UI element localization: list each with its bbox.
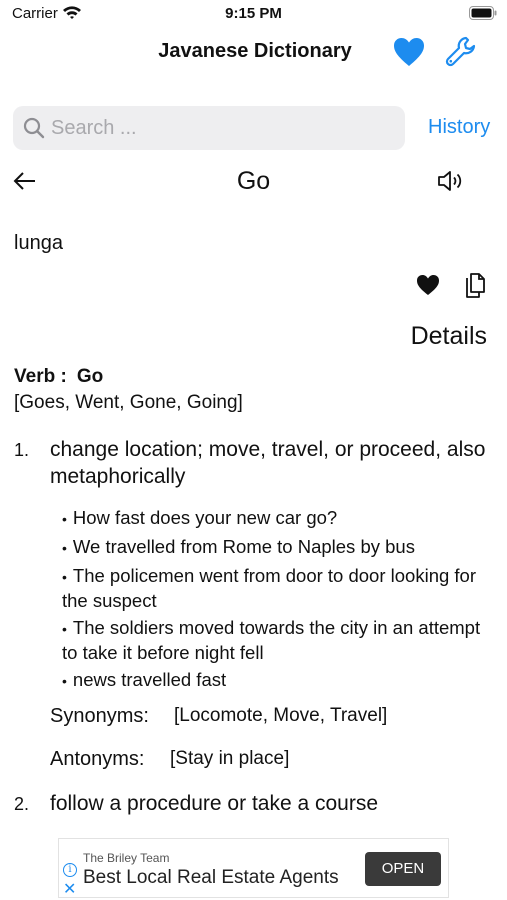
word-title: Go <box>236 167 271 195</box>
search-icon <box>23 117 45 139</box>
ad-banner[interactable]: i ✕ The Briley Team Best Local Real Esta… <box>58 838 449 898</box>
heart-icon <box>417 275 439 295</box>
example-list: How fast does your new car go? We travel… <box>62 506 492 697</box>
heart-icon <box>394 38 424 66</box>
settings-button[interactable] <box>444 34 480 70</box>
synonyms-value: [Locomote, Move, Travel] <box>174 705 388 726</box>
antonyms-label: Antonyms: <box>50 748 145 770</box>
history-button[interactable]: History <box>428 116 490 139</box>
speaker-icon <box>438 171 462 191</box>
back-arrow-icon <box>13 172 35 190</box>
pos-label: Verb : <box>14 366 67 387</box>
translation-text: lunga <box>14 232 63 254</box>
favorites-button[interactable] <box>392 36 426 68</box>
details-heading: Details <box>410 322 487 350</box>
example-item: news travelled fast <box>62 668 492 693</box>
part-of-speech: Verb : Go <box>14 366 103 388</box>
example-item: How fast does your new car go? <box>62 506 492 531</box>
example-item: The soldiers moved towards the city in a… <box>62 616 492 664</box>
sense-number: 2. <box>14 794 30 814</box>
example-item: We travelled from Rome to Naples by bus <box>62 535 492 560</box>
search-bar[interactable] <box>13 106 405 150</box>
status-time: 9:15 PM <box>225 5 282 22</box>
example-item: The policemen went from door to door loo… <box>62 564 492 612</box>
wrench-icon <box>445 36 476 67</box>
status-bar: Carrier 9:15 PM <box>0 0 507 28</box>
pronounce-button[interactable] <box>436 168 464 194</box>
favorite-word-button[interactable] <box>415 272 441 298</box>
ad-advertiser: The Briley Team <box>83 851 170 865</box>
ad-open-button[interactable]: OPEN <box>365 852 441 886</box>
word-forms: [Goes, Went, Gone, Going] <box>14 392 243 413</box>
close-icon[interactable]: ✕ <box>63 879 76 899</box>
copy-button[interactable] <box>462 270 488 300</box>
search-input[interactable] <box>51 114 391 142</box>
sense-definition: follow a procedure or take a course <box>50 792 379 815</box>
headword: Go <box>76 366 104 387</box>
ad-headline: Best Local Real Estate Agents <box>83 867 339 888</box>
sense-number: 1. <box>14 440 30 460</box>
sense-definition: change location; move, travel, or procee… <box>50 438 486 488</box>
synonyms-label: Synonyms: <box>50 705 149 727</box>
antonyms-value: [Stay in place] <box>170 748 290 769</box>
battery-icon <box>469 6 497 25</box>
back-button[interactable] <box>12 168 38 194</box>
copy-icon <box>466 273 485 298</box>
info-icon[interactable]: i <box>63 863 77 877</box>
app-title: Javanese Dictionary <box>158 40 352 62</box>
